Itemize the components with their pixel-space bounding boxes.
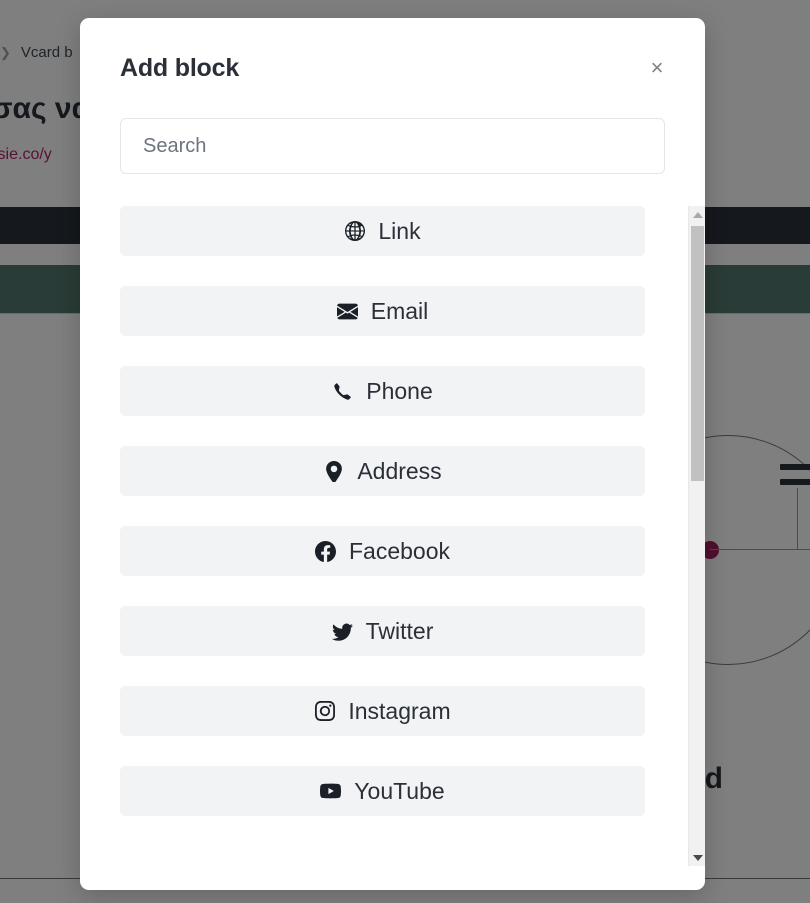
phone-icon bbox=[332, 381, 353, 402]
block-option-youtube[interactable]: YouTube bbox=[120, 766, 645, 816]
facebook-icon bbox=[314, 540, 336, 562]
twitter-icon bbox=[331, 621, 353, 642]
map-pin-icon bbox=[323, 460, 344, 482]
modal-header: Add block × bbox=[80, 18, 705, 118]
block-option-label: Instagram bbox=[348, 697, 451, 724]
block-option-facebook[interactable]: Facebook bbox=[120, 526, 645, 576]
block-option-instagram[interactable]: Instagram bbox=[120, 686, 645, 736]
block-option-label: YouTube bbox=[354, 777, 445, 804]
block-list: Link Email Phone Address Facebook Twitter Inst… bbox=[120, 206, 645, 816]
block-option-email[interactable]: Email bbox=[120, 286, 645, 336]
block-option-address[interactable]: Address bbox=[120, 446, 645, 496]
close-icon[interactable]: × bbox=[643, 54, 671, 82]
search-input[interactable] bbox=[120, 118, 665, 174]
envelope-icon bbox=[336, 301, 358, 322]
scroll-up-arrow-icon[interactable] bbox=[689, 206, 705, 223]
add-block-modal: Add block × Link Email Phone Address Faceboo… bbox=[80, 18, 705, 890]
block-list-region: Link Email Phone Address Facebook Twitter Inst… bbox=[80, 206, 705, 866]
block-option-twitter[interactable]: Twitter bbox=[120, 606, 645, 656]
block-option-label: Twitter bbox=[365, 617, 434, 644]
page-root: ❯ Vcard b σας να visie.co/y ed Add block… bbox=[0, 0, 810, 903]
block-option-label: Link bbox=[378, 217, 421, 244]
youtube-icon bbox=[320, 781, 342, 802]
globe-icon bbox=[344, 221, 365, 242]
block-option-phone[interactable]: Phone bbox=[120, 366, 645, 416]
search-container bbox=[80, 118, 705, 174]
scroll-down-arrow-icon[interactable] bbox=[689, 849, 705, 866]
scrollbar-thumb[interactable] bbox=[691, 226, 704, 481]
block-list-scrollbar[interactable] bbox=[688, 206, 705, 866]
block-option-label: Phone bbox=[366, 377, 433, 404]
instagram-icon bbox=[314, 701, 335, 722]
block-option-label: Email bbox=[370, 297, 429, 324]
modal-title: Add block bbox=[120, 53, 240, 82]
block-option-link[interactable]: Link bbox=[120, 206, 645, 256]
block-option-label: Address bbox=[357, 457, 442, 484]
block-option-label: Facebook bbox=[348, 537, 450, 564]
